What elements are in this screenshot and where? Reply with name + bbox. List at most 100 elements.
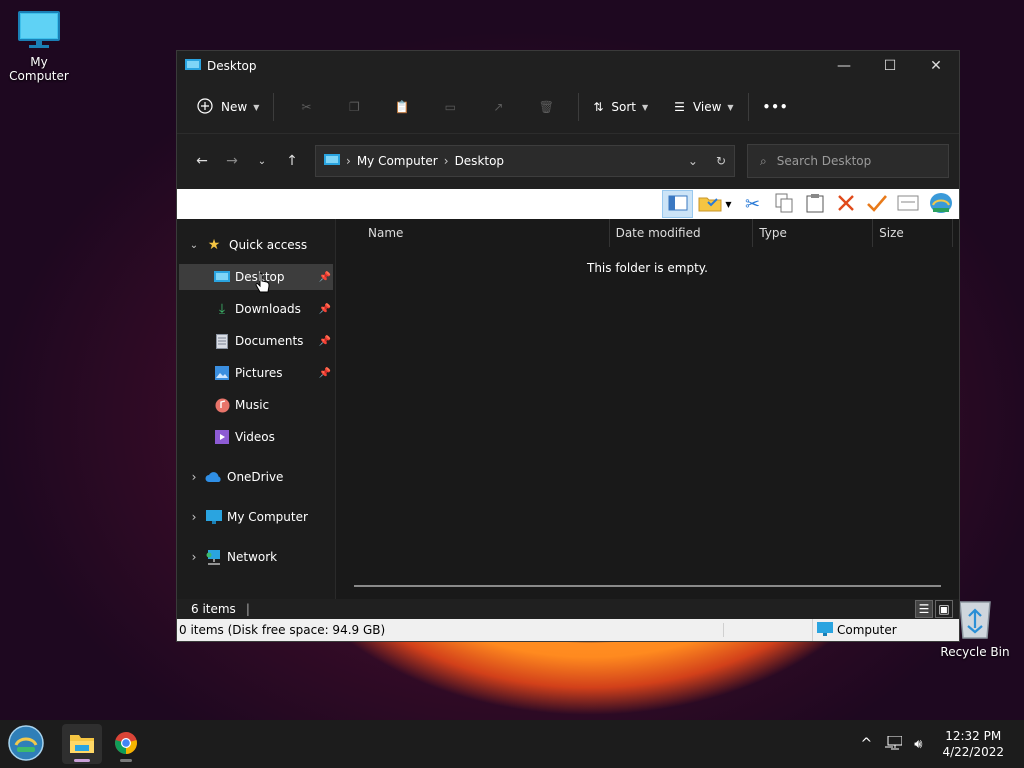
chevron-down-icon: ▼	[253, 102, 260, 112]
checkmark-button[interactable]	[861, 190, 892, 218]
cut-button[interactable]: ✂	[282, 100, 330, 114]
show-hidden-icons-button[interactable]: ^	[861, 736, 873, 752]
chevron-down-icon: ▼	[725, 199, 732, 209]
nav-item-label: Music	[235, 398, 270, 412]
pin-icon: 📌	[318, 367, 331, 379]
arrow-right-icon: →	[226, 153, 238, 169]
horizontal-scrollbar[interactable]	[354, 585, 941, 587]
properties-button[interactable]	[892, 190, 923, 218]
zone-status: Computer	[813, 621, 897, 639]
recent-locations-button[interactable]: ⌄	[247, 146, 277, 176]
folder-icon	[69, 732, 95, 757]
copy-icon: ❐	[348, 100, 360, 114]
view-button[interactable]: ☰ View ▼	[668, 91, 739, 123]
monitor-icon	[817, 621, 833, 639]
breadcrumb-desktop[interactable]: Desktop	[455, 154, 505, 168]
picture-icon	[213, 364, 231, 382]
nav-item-onedrive[interactable]: › OneDrive	[179, 464, 333, 490]
window-title: Desktop	[207, 59, 257, 73]
nav-item-label: My Computer	[227, 510, 308, 524]
nav-quick-access[interactable]: ⌄ ★ Quick access	[179, 232, 333, 258]
preview-pane-button[interactable]	[662, 190, 693, 218]
classic-status-bar: 0 items (Disk free space: 94.9 GB) Compu…	[177, 619, 959, 641]
nav-item-documents[interactable]: Documents 📌	[179, 328, 333, 354]
large-icons-view-icon[interactable]: ▣	[935, 600, 953, 618]
chevron-right-icon: ›	[346, 154, 351, 168]
chevron-down-icon: ⌄	[257, 155, 267, 167]
nav-quick-access-label: Quick access	[229, 238, 308, 252]
delete-button[interactable]	[830, 190, 861, 218]
title-bar[interactable]: Desktop — ☐ ✕	[177, 51, 959, 81]
network-status-icon[interactable]	[884, 735, 903, 753]
chevron-down-icon: ▼	[727, 102, 734, 112]
properties-icon	[897, 195, 919, 214]
nav-item-my-computer[interactable]: › My Computer	[179, 504, 333, 530]
volume-icon[interactable]: 🔊︎	[914, 737, 922, 752]
navigation-bar: ← → ⌄ ↑ › My Computer › Desktop ⌄ ↻ ⌕ Se…	[177, 134, 959, 188]
breadcrumb-my-computer[interactable]: My Computer	[357, 154, 438, 168]
more-options-button[interactable]: •••	[757, 91, 795, 123]
scissors-icon: ✂	[744, 193, 761, 215]
taskbar-chrome[interactable]	[106, 724, 146, 764]
status-bar: 6 items | ☰ ▣	[177, 599, 959, 619]
start-button[interactable]	[6, 724, 46, 764]
desktop-icon-my-computer[interactable]: My Computer	[0, 10, 78, 83]
status-spacer	[724, 619, 813, 641]
folder-check-icon	[698, 194, 722, 215]
address-bar[interactable]: › My Computer › Desktop ⌄ ↻	[315, 145, 735, 177]
search-box[interactable]: ⌕ Search Desktop	[747, 144, 949, 178]
divider	[747, 93, 749, 121]
nav-item-pictures[interactable]: Pictures 📌	[179, 360, 333, 386]
details-view-icon[interactable]: ☰	[915, 600, 933, 618]
copy-button[interactable]	[768, 190, 799, 218]
cut-button[interactable]: ✂	[737, 190, 768, 218]
folder-options-button[interactable]: ▼	[693, 190, 737, 218]
chevron-right-icon: ›	[191, 470, 197, 484]
share-icon: ↗	[493, 100, 504, 114]
column-header-name[interactable]: Name	[354, 219, 610, 247]
file-explorer-window: Desktop — ☐ ✕ New ▼ ✂ ❐ 📋 ▭ ↗ 🗑 ⇅ Sort ▼…	[176, 50, 960, 642]
nav-item-music[interactable]: Music	[179, 392, 333, 418]
network-icon	[205, 548, 223, 566]
copy-button[interactable]: ❐	[330, 100, 378, 114]
download-arrow-icon: ⤓	[218, 301, 226, 317]
delete-button[interactable]: 🗑	[522, 100, 570, 114]
column-header-size[interactable]: Size	[873, 219, 953, 247]
chevron-right-icon: ›	[191, 510, 197, 524]
nav-item-network[interactable]: › Network	[179, 544, 333, 570]
taskbar: ^ 🔊︎ 12:32 PM 4/22/2022	[0, 720, 1024, 768]
paste-button[interactable]	[799, 190, 830, 218]
monitor-icon	[0, 10, 78, 53]
item-count: 6 items	[191, 602, 236, 616]
forward-button[interactable]: →	[217, 146, 247, 176]
clock[interactable]: 12:32 PM 4/22/2022	[942, 728, 1004, 760]
share-button[interactable]: ↗	[474, 100, 522, 114]
clock-date: 4/22/2022	[942, 745, 1004, 759]
back-button[interactable]: ←	[187, 146, 217, 176]
sort-button[interactable]: ⇅ Sort ▼	[587, 91, 654, 123]
taskbar-file-explorer[interactable]	[62, 724, 102, 764]
scissors-icon: ✂	[301, 100, 312, 114]
minimize-button[interactable]: —	[821, 51, 867, 81]
maximize-button[interactable]: ☐	[867, 51, 913, 81]
nav-item-downloads[interactable]: ⤓ Downloads 📌	[179, 296, 333, 322]
shell-globe-button[interactable]	[923, 190, 959, 218]
document-icon	[213, 332, 231, 350]
new-button[interactable]: New ▼	[191, 91, 265, 123]
chevron-down-icon: ▼	[642, 102, 649, 112]
up-button[interactable]: ↑	[277, 146, 307, 176]
address-history-dropdown[interactable]: ⌄	[688, 154, 698, 168]
column-header-type[interactable]: Type	[753, 219, 874, 247]
refresh-icon[interactable]: ↻	[716, 154, 726, 168]
nav-item-label: Network	[227, 550, 278, 564]
close-button[interactable]: ✕	[913, 51, 959, 81]
clipboard-icon	[806, 193, 824, 216]
nav-item-videos[interactable]: Videos	[179, 424, 333, 450]
paste-button[interactable]: 📋	[378, 100, 426, 114]
globe-shell-icon	[929, 192, 953, 217]
file-list-pane[interactable]: Name Date modified Type Size This folder…	[336, 219, 959, 599]
sort-label: Sort	[611, 100, 637, 114]
column-header-date-modified[interactable]: Date modified	[610, 219, 754, 247]
rename-button[interactable]: ▭	[426, 100, 474, 114]
nav-item-label: Pictures	[235, 366, 283, 380]
